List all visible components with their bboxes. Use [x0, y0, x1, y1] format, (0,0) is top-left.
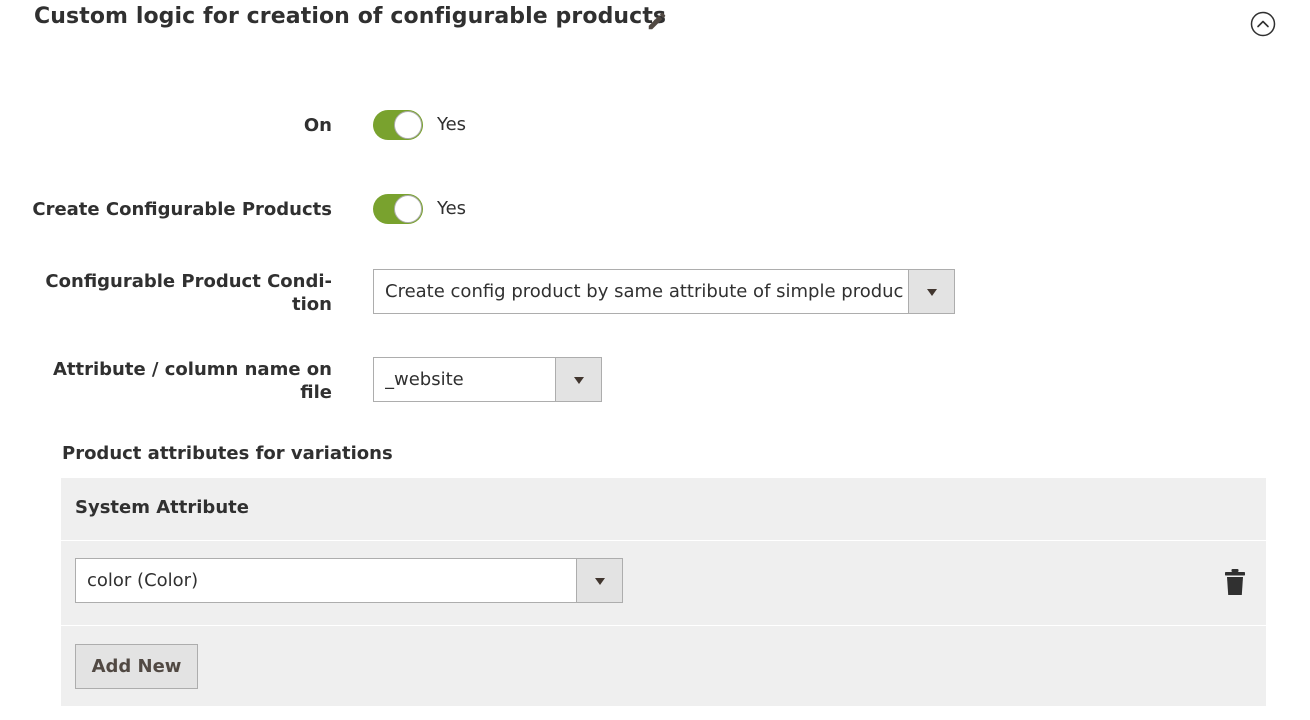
attribute-column-label-line2: file: [300, 382, 332, 403]
add-new-button[interactable]: Add New: [75, 644, 198, 689]
configurable-products-section: Custom logic for creation of configurabl…: [0, 0, 1310, 720]
section-title: Custom logic for creation of configurabl…: [34, 4, 667, 29]
chevron-down-icon[interactable]: [908, 270, 954, 313]
condition-label: Configurable Product Condi- tion: [32, 270, 332, 316]
toggle-knob: [394, 111, 422, 139]
on-toggle[interactable]: [373, 110, 423, 140]
condition-label-line1: Configurable Product Condi-: [45, 271, 332, 292]
toggle-knob: [394, 195, 422, 223]
attribute-column-label-line1: Attribute / column name on: [52, 359, 332, 380]
system-attribute-select-value: color (Color): [87, 570, 199, 591]
chevron-down-icon[interactable]: [576, 559, 622, 602]
variations-heading: Product attributes for variations: [62, 443, 393, 464]
create-configurable-toggle-state: Yes: [437, 198, 467, 219]
on-toggle-state: Yes: [437, 114, 467, 135]
pencil-icon[interactable]: [646, 10, 668, 32]
on-label: On: [303, 115, 332, 136]
create-configurable-label: Create Configurable Products: [32, 199, 332, 220]
condition-select[interactable]: Create config product by same attribute …: [373, 269, 955, 314]
table-header: System Attribute: [61, 478, 1266, 541]
condition-label-line2: tion: [292, 294, 332, 315]
table-row: color (Color): [61, 541, 1266, 626]
system-attribute-column-header: System Attribute: [75, 497, 249, 518]
chevron-up-circle-icon[interactable]: [1250, 11, 1276, 37]
attribute-column-label: Attribute / column name on file: [32, 358, 332, 404]
attribute-column-select[interactable]: _website: [373, 357, 602, 402]
create-configurable-toggle[interactable]: [373, 194, 423, 224]
trash-icon[interactable]: [1224, 568, 1246, 596]
chevron-down-icon[interactable]: [555, 358, 601, 401]
variations-table: System Attribute color (Color) Add New: [61, 478, 1266, 706]
attribute-column-select-value: _website: [385, 369, 464, 390]
condition-select-value: Create config product by same attribute …: [385, 281, 904, 302]
system-attribute-select[interactable]: color (Color): [75, 558, 623, 603]
